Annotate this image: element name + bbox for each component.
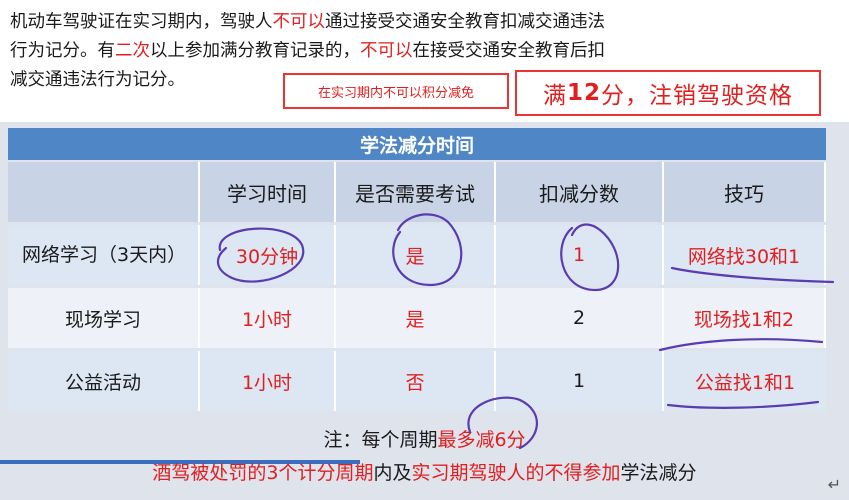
row-label: 网络学习（3天内）	[8, 225, 200, 285]
row-label-text: 网络学习（3天内）	[22, 244, 187, 266]
callout-big-text: 满	[542, 83, 567, 109]
note-text: 注：每个周期	[323, 429, 438, 451]
note-emphasis: 最多减6分	[437, 429, 526, 451]
table-cell-points: 1	[496, 351, 664, 411]
header-cell-exam: 是否需要考试	[336, 162, 496, 222]
callout-small-text: 在实习期内不可以积分减免	[317, 85, 474, 101]
table-cell-points: 2	[496, 288, 664, 348]
text: 机动车驾驶证在实习期内，驾驶人	[10, 12, 273, 32]
table-cell-exam: 否	[336, 351, 496, 411]
table-title: 学法减分时间	[8, 128, 826, 160]
footer-emphasis: 酒驾被处罚的3个计分周期	[152, 462, 374, 484]
table-cell-exam: 是	[336, 288, 496, 348]
table-cell-time: 1小时	[200, 288, 336, 348]
row-label: 现场学习	[8, 288, 200, 348]
header-cell-time: 学习时间	[200, 162, 336, 222]
table-note: 注：每个周期最多减6分	[0, 425, 849, 452]
text: 在接受交通安全教育后扣	[412, 41, 606, 61]
table-cell-tip: 现场找1和2	[664, 288, 826, 348]
text: 以上参加满分教育记录的，	[150, 41, 360, 61]
callout-big-text: 分，注销驾驶资格	[601, 83, 793, 109]
text: 通过接受交通安全教育扣减交通违法	[325, 12, 605, 32]
callout-small-box: 在实习期内不可以积分减免	[283, 73, 509, 109]
callout-big-box: 满 12 分，注销驾驶资格	[515, 70, 821, 116]
text: 减交通违法行为记分。	[10, 70, 185, 90]
footer-emphasis: 实习期驾驶人的不得参加	[411, 462, 621, 484]
return-icon: ↵	[827, 475, 841, 494]
footer-text: 酒驾被处罚的3个计分周期内及实习期驾驶人的不得参加学法减分	[0, 458, 849, 485]
table-cell-points: 1	[496, 225, 664, 285]
table-cell-tip: 网络找30和1	[664, 225, 826, 285]
table-cell-time: 1小时	[200, 351, 336, 411]
intro-line-1: 机动车驾驶证在实习期内，驾驶人不可以通过接受交通安全教育扣减交通违法	[10, 8, 770, 37]
table-cell-exam: 是	[336, 225, 496, 285]
footer-plain: 内及	[373, 462, 412, 484]
header-cell-empty	[8, 162, 200, 222]
emphasis-text: 不可以	[360, 41, 413, 61]
table-cell-tip: 公益找1和1	[664, 351, 826, 411]
row-label: 公益活动	[8, 351, 200, 411]
footer-plain: 学法减分	[620, 462, 697, 484]
text: 行为记分。有	[10, 41, 115, 61]
callout-big-number: 12	[566, 80, 601, 106]
header-cell-tip: 技巧	[664, 162, 826, 222]
table-cell-time: 30分钟	[200, 225, 336, 285]
score-table: 学习时间 是否需要考试 扣减分数 技巧 网络学习（3天内） 30分钟 是 1 网…	[8, 162, 826, 411]
emphasis-text: 不可以	[272, 12, 326, 32]
intro-line-2: 行为记分。有二次以上参加满分教育记录的，不可以在接受交通安全教育后扣	[10, 37, 770, 66]
table-panel: 学法减分时间 学习时间 是否需要考试 扣减分数 技巧 网络学习（3天内） 30分…	[0, 122, 849, 500]
emphasis-text: 二次	[115, 41, 150, 61]
header-cell-points: 扣减分数	[496, 162, 664, 222]
